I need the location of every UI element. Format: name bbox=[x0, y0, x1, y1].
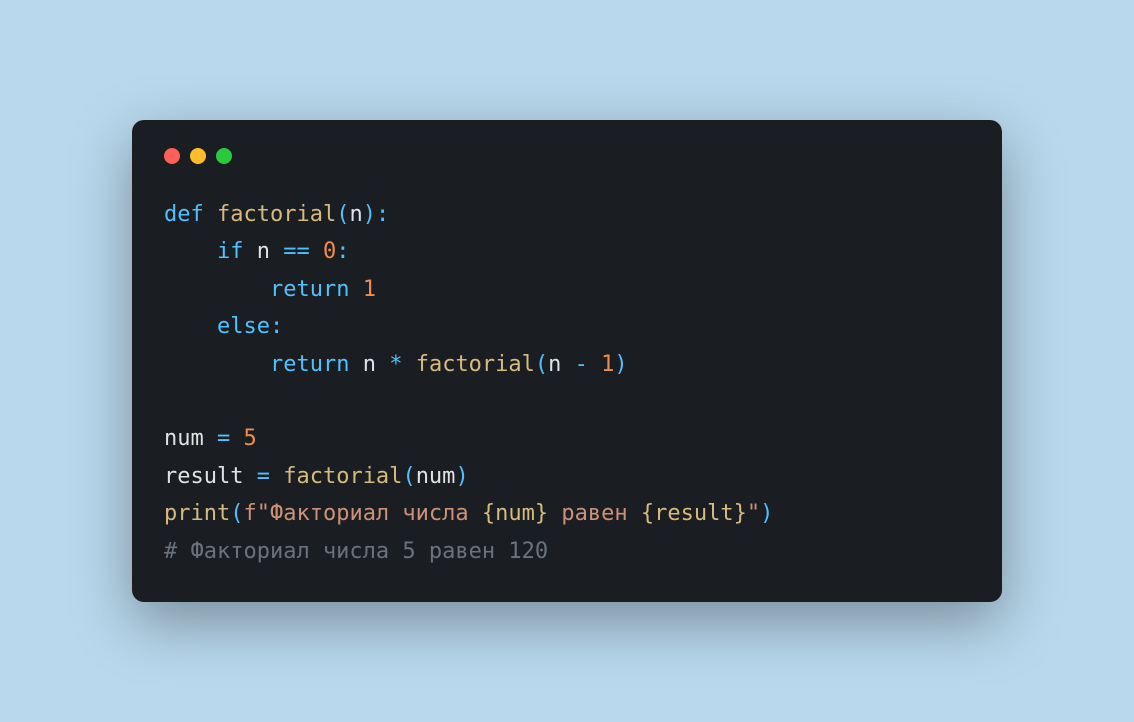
code-token: ( bbox=[402, 464, 415, 489]
code-token: print bbox=[164, 501, 230, 526]
code-token: 0 bbox=[323, 239, 336, 264]
code-token: 1 bbox=[363, 277, 376, 302]
code-token: factorial bbox=[217, 202, 336, 227]
code-token: return bbox=[270, 277, 349, 302]
code-token bbox=[588, 352, 601, 377]
code-token: равен bbox=[548, 501, 641, 526]
code-token bbox=[204, 202, 217, 227]
code-token bbox=[164, 239, 217, 264]
code-token: " bbox=[747, 501, 760, 526]
code-token: factorial bbox=[416, 352, 535, 377]
code-token bbox=[270, 464, 283, 489]
code-token: 1 bbox=[601, 352, 614, 377]
code-token bbox=[164, 277, 270, 302]
code-window: def factorial(n): if n == 0: return 1 el… bbox=[132, 120, 1002, 602]
window-titlebar bbox=[164, 148, 970, 164]
code-token: ( bbox=[336, 202, 349, 227]
code-token: - bbox=[575, 352, 588, 377]
code-token: n bbox=[548, 352, 575, 377]
code-token: f"Факториал числа bbox=[243, 501, 481, 526]
code-token bbox=[230, 426, 243, 451]
code-token: 5 bbox=[243, 426, 256, 451]
code-token: * bbox=[389, 352, 402, 377]
code-token: ): bbox=[363, 202, 390, 227]
code-token: result bbox=[164, 464, 257, 489]
code-token: # Факториал числа 5 равен 120 bbox=[164, 539, 548, 564]
code-token: = bbox=[257, 464, 270, 489]
code-token: = bbox=[217, 426, 230, 451]
maximize-icon[interactable] bbox=[216, 148, 232, 164]
code-block: def factorial(n): if n == 0: return 1 el… bbox=[164, 196, 970, 570]
code-token: {result} bbox=[641, 501, 747, 526]
code-token: num bbox=[164, 426, 217, 451]
code-token bbox=[402, 352, 415, 377]
code-token bbox=[310, 239, 323, 264]
code-token: def bbox=[164, 202, 204, 227]
code-token: n bbox=[243, 239, 283, 264]
code-token: n bbox=[349, 202, 362, 227]
code-token: ( bbox=[230, 501, 243, 526]
code-token bbox=[164, 314, 217, 339]
code-token bbox=[164, 352, 270, 377]
code-token: n bbox=[349, 352, 389, 377]
code-token: num bbox=[416, 464, 456, 489]
code-token: else bbox=[217, 314, 270, 339]
code-token: ) bbox=[614, 352, 627, 377]
minimize-icon[interactable] bbox=[190, 148, 206, 164]
code-token: return bbox=[270, 352, 349, 377]
code-token: if bbox=[217, 239, 244, 264]
code-token: ) bbox=[455, 464, 468, 489]
code-token: factorial bbox=[283, 464, 402, 489]
code-token bbox=[349, 277, 362, 302]
close-icon[interactable] bbox=[164, 148, 180, 164]
code-token: {num} bbox=[482, 501, 548, 526]
code-token: ( bbox=[535, 352, 548, 377]
code-token: ) bbox=[760, 501, 773, 526]
code-token: : bbox=[336, 239, 349, 264]
code-token: == bbox=[283, 239, 310, 264]
code-token: : bbox=[270, 314, 283, 339]
